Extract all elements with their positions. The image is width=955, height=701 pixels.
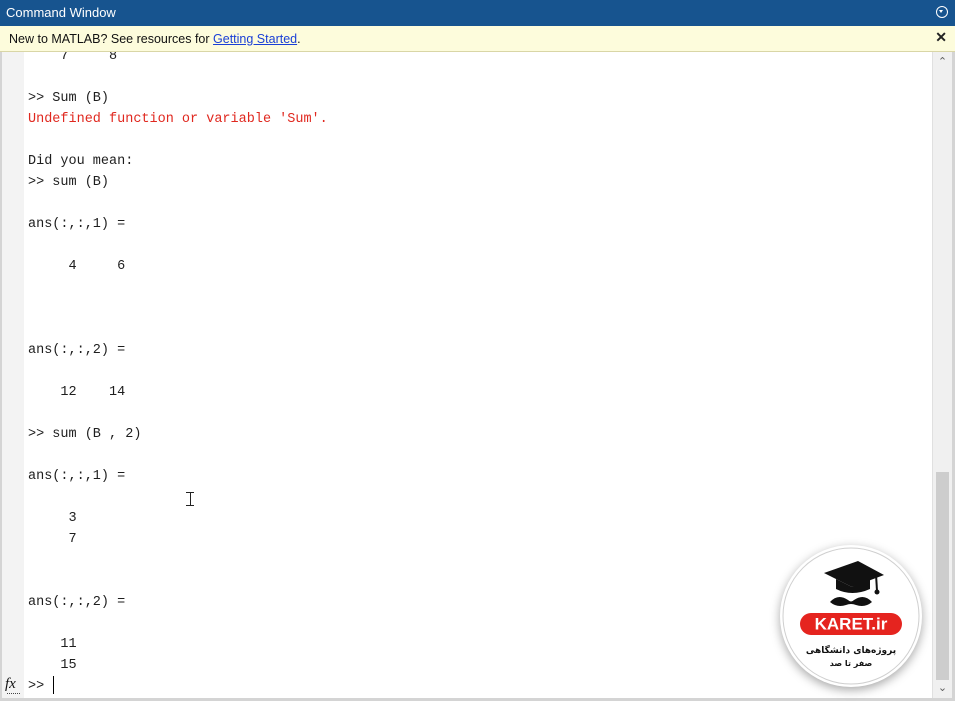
output-line: Did you mean: (28, 154, 134, 169)
scrollbar-thumb[interactable] (936, 472, 949, 680)
logo-tagline-1: پروژه‌های دانشگاهی (806, 644, 896, 656)
getting-started-link[interactable]: Getting Started (213, 32, 297, 46)
function-browser-icon[interactable]: fx (5, 676, 20, 694)
command-line: >> Sum (B) (28, 91, 110, 106)
output-line: 7 (28, 532, 77, 547)
output-line: 4 6 (28, 259, 126, 274)
logo-brand-text: KARET.ir (815, 615, 888, 634)
command-line: >> sum (B) (28, 175, 110, 190)
scroll-down-icon[interactable]: ⌄ (933, 680, 952, 696)
close-icon[interactable]: ✕ (935, 29, 947, 46)
text-cursor-icon (186, 492, 194, 506)
logo-tagline-2: صفر تا صد (830, 659, 873, 668)
output-line: ans(:,:,2) = (28, 343, 126, 358)
karet-logo: KARET.ir پروژه‌های دانشگاهی صفر تا صد (780, 545, 922, 687)
title-bar: Command Window (0, 0, 955, 26)
window-title: Command Window (6, 5, 116, 20)
info-bar: New to MATLAB? See resources for Getting… (0, 26, 955, 52)
output-line: 12 14 (28, 385, 126, 400)
output-line: 7 8 (28, 52, 118, 64)
console-gutter (2, 52, 24, 698)
info-bar-text: New to MATLAB? See resources for (9, 32, 214, 46)
output-line: ans(:,:,1) = (28, 217, 126, 232)
info-bar-suffix: . (297, 32, 301, 46)
info-bar-message: New to MATLAB? See resources for Getting… (9, 32, 301, 46)
input-caret[interactable] (53, 676, 54, 694)
output-line: ans(:,:,2) = (28, 595, 126, 610)
karet-logo-graphic: KARET.ir پروژه‌های دانشگاهی صفر تا صد (782, 547, 920, 685)
scroll-up-icon[interactable]: ⌃ (933, 54, 952, 70)
error-line: Undefined function or variable 'Sum'. (28, 112, 328, 127)
vertical-scrollbar[interactable]: ⌃ ⌄ (932, 52, 952, 698)
command-prompt: >> (28, 679, 45, 694)
output-line: ans(:,:,1) = (28, 469, 126, 484)
output-line: 3 (28, 511, 77, 526)
output-line: 11 (28, 637, 77, 652)
window-actions-menu-icon[interactable] (936, 6, 948, 18)
output-line: 15 (28, 658, 77, 673)
command-line: >> sum (B , 2) (28, 427, 142, 442)
